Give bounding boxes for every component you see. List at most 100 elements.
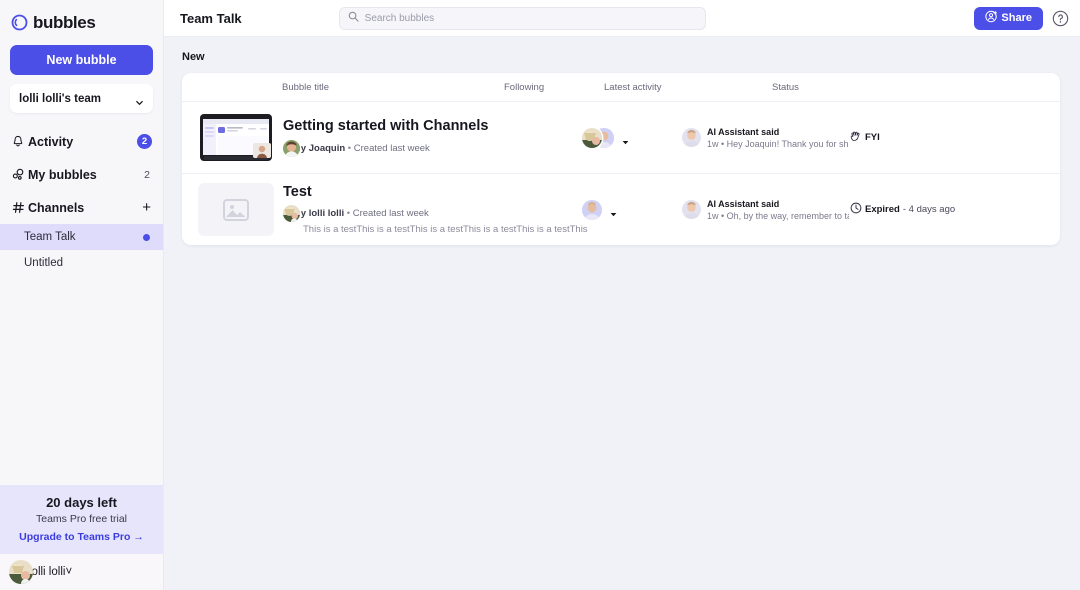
page-title: Team Talk xyxy=(180,10,242,26)
column-header-following: Following xyxy=(504,81,545,93)
chevron-down-icon[interactable] xyxy=(621,134,629,144)
activity-preview: 1w • Hey Joaquin! Thank you for sha… xyxy=(707,138,849,149)
clock-icon xyxy=(850,201,862,219)
trial-plan-name: Teams Pro free trial xyxy=(35,513,128,525)
avatar xyxy=(9,560,33,584)
top-bar: Team Talk Search bubbles Share xyxy=(164,0,1080,37)
activity-text: AI Assistant said 1w • Oh, by the way, r… xyxy=(707,199,849,221)
avatar xyxy=(283,139,300,157)
bubble-author-line: by Joaquin • Created last week xyxy=(295,143,430,154)
avatar xyxy=(682,128,701,147)
bubbles-table: Bubble title Following Latest activity S… xyxy=(182,73,1060,245)
bubble-author-line: by lolli lolli • Created last week xyxy=(295,208,429,219)
image-placeholder-thumbnail xyxy=(198,183,274,236)
activity-count-badge: 2 xyxy=(137,134,152,149)
table-row[interactable]: Test by lolli lolli • Created last week … xyxy=(182,173,1060,245)
share-button-label: Share xyxy=(1001,12,1032,24)
sidebar-channel-team-talk[interactable]: Team Talk xyxy=(0,224,163,250)
bell-icon xyxy=(11,135,25,149)
sidebar-item-label: Channels xyxy=(28,200,85,215)
avatar xyxy=(283,205,300,223)
following-cell[interactable] xyxy=(582,127,682,148)
activity-author: AI Assistant said xyxy=(707,126,780,137)
user-name: lolli lolli xyxy=(29,566,66,578)
sidebar-item-activity[interactable]: Activity 2 xyxy=(0,125,163,158)
bubble-title: Test xyxy=(283,183,312,200)
sidebar-item-label: My bubbles xyxy=(28,167,97,182)
sidebar-channel-untitled[interactable]: Untitled xyxy=(0,250,163,276)
separator: • xyxy=(346,208,351,220)
activity-text: AI Assistant said 1w • Hey Joaquin! Than… xyxy=(707,127,849,149)
upgrade-link[interactable]: Upgrade to Teams Pro → xyxy=(8,531,155,543)
bubble-title: Getting started with Channels xyxy=(283,118,489,135)
question-circle-icon[interactable] xyxy=(1052,10,1069,27)
bubbles-icon xyxy=(11,168,25,182)
chevron-down-icon[interactable] xyxy=(609,206,617,216)
new-bubble-button[interactable]: New bubble xyxy=(10,45,153,75)
sidebar-item-channels[interactable]: Channels + xyxy=(0,191,163,224)
sidebar-item-label: Activity xyxy=(28,134,74,149)
channel-label: Team Talk xyxy=(24,231,76,243)
channel-label: Untitled xyxy=(24,257,63,269)
column-header-title: Bubble title xyxy=(282,81,330,93)
trial-banner: 20 days left Teams Pro free trial Upgrad… xyxy=(0,485,163,554)
chevron-down-icon xyxy=(135,94,144,105)
latest-activity-cell: AI Assistant said 1w • Hey Joaquin! Than… xyxy=(682,127,850,149)
status-label: Expired xyxy=(865,204,900,215)
team-name: lolli lolli's team xyxy=(19,92,101,105)
content-area: New Bubble title Following Latest activi… xyxy=(164,37,1080,590)
add-channel-button[interactable]: + xyxy=(142,200,152,215)
author-name: lolli lolli xyxy=(308,208,345,220)
following-cell[interactable] xyxy=(582,199,682,220)
activity-author: AI Assistant said xyxy=(707,198,780,209)
search-box[interactable] xyxy=(338,6,706,30)
status-cell: FYI xyxy=(850,129,1044,147)
app-logo[interactable]: bubbles xyxy=(0,0,163,36)
bubble-title-cell: Test by lolli lolli • Created last week … xyxy=(198,183,588,236)
avatar xyxy=(582,199,602,220)
avatar xyxy=(582,127,602,148)
sidebar-nav: Activity 2 My bubbles 2 Channels + Team … xyxy=(0,125,163,276)
team-selector[interactable]: lolli lolli's team xyxy=(10,84,153,113)
column-header-latest-activity: Latest activity xyxy=(604,81,662,93)
sidebar: bubbles New bubble lolli lolli's team Ac… xyxy=(0,0,164,590)
unread-dot-icon xyxy=(143,233,150,241)
avatar xyxy=(682,200,701,219)
created-text: Created last week xyxy=(353,142,430,154)
activity-preview: 1w • Oh, by the way, remember to ta… xyxy=(707,210,849,221)
share-button[interactable]: Share xyxy=(974,6,1043,30)
bubble-byline: by Joaquin • Created last week xyxy=(283,139,488,157)
bubble-meta: Getting started with Channels by Joaquin… xyxy=(283,118,488,157)
separator: • xyxy=(347,142,352,154)
author-name: Joaquin xyxy=(308,142,346,154)
created-text: Created last week xyxy=(352,208,429,220)
search-input[interactable] xyxy=(364,12,697,24)
table-row[interactable]: Getting started with Channels by Joaquin… xyxy=(182,101,1060,173)
add-person-icon xyxy=(985,10,998,26)
section-label: New xyxy=(182,51,205,63)
latest-activity-cell: AI Assistant said 1w • Oh, by the way, r… xyxy=(682,199,850,221)
app-root: bubbles New bubble lolli lolli's team Ac… xyxy=(0,0,1080,590)
sidebar-item-my-bubbles[interactable]: My bubbles 2 xyxy=(0,158,163,191)
bubble-title-cell: Getting started with Channels by Joaquin… xyxy=(198,111,588,164)
logo-text: bubbles xyxy=(33,12,96,32)
video-recording-thumbnail xyxy=(198,111,274,164)
column-header-status: Status xyxy=(772,81,799,93)
user-menu[interactable]: lolli lolli ˅ xyxy=(0,554,163,590)
table-header-row: Bubble title Following Latest activity S… xyxy=(182,73,1060,101)
status-cell: Expired - 4 days ago xyxy=(850,201,1044,219)
bubble-byline: by lolli lolli • Created last week xyxy=(283,205,588,223)
status-extra: - 4 days ago xyxy=(902,204,956,215)
chevron-down-icon: ˅ xyxy=(65,566,73,578)
my-bubbles-count: 2 xyxy=(144,168,150,181)
trial-days-left: 20 days left xyxy=(46,495,117,510)
bubbles-logo-icon xyxy=(11,14,28,31)
top-bar-actions: Share xyxy=(974,6,1069,30)
hash-icon xyxy=(11,201,25,215)
bubble-meta: Test by lolli lolli • Created last week … xyxy=(283,183,588,236)
status-label: FYI xyxy=(865,132,880,143)
search-icon xyxy=(348,9,359,27)
wave-hand-icon xyxy=(850,129,862,147)
bubble-description: This is a testThis is a testThis is a te… xyxy=(303,224,588,236)
main-area: Team Talk Search bubbles Share New Bubbl… xyxy=(164,0,1080,590)
